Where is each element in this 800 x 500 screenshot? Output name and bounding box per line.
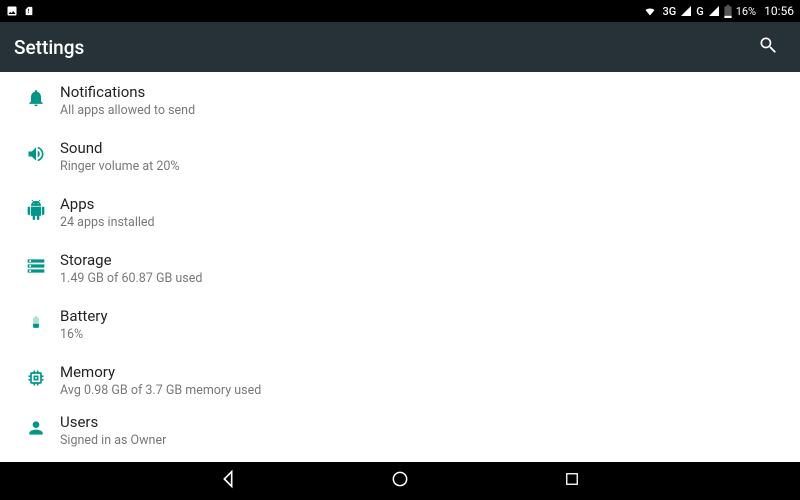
- image-icon: [6, 5, 18, 17]
- storage-icon: [26, 256, 46, 280]
- item-title: Apps: [60, 195, 155, 213]
- settings-item-apps[interactable]: Apps 24 apps installed: [0, 184, 800, 240]
- home-icon: [390, 469, 410, 493]
- page-title: Settings: [14, 36, 84, 59]
- item-subtitle: 24 apps installed: [60, 215, 155, 230]
- item-title: Battery: [60, 307, 108, 325]
- item-title: Notifications: [60, 83, 195, 101]
- item-title: Sound: [60, 139, 180, 157]
- wifi-icon: [642, 5, 658, 17]
- settings-item-users[interactable]: Users Signed in as Owner: [0, 408, 800, 452]
- android-icon: [26, 200, 46, 224]
- search-button[interactable]: [750, 29, 786, 65]
- item-title: Memory: [60, 363, 261, 381]
- settings-item-memory[interactable]: Memory Avg 0.98 GB of 3.7 GB memory used: [0, 352, 800, 408]
- settings-item-notifications[interactable]: Notifications All apps allowed to send: [0, 72, 800, 128]
- clock: 10:56: [764, 4, 794, 18]
- recents-button[interactable]: [556, 465, 588, 497]
- network-type-2: G: [696, 5, 704, 18]
- navigation-bar: [0, 462, 800, 500]
- settings-item-sound[interactable]: Sound Ringer volume at 20%: [0, 128, 800, 184]
- battery-status-icon: [724, 5, 732, 18]
- status-bar: 3G G 16% 10:56: [0, 0, 800, 22]
- app-bar: Settings: [0, 22, 800, 72]
- home-button[interactable]: [384, 465, 416, 497]
- back-icon: [217, 468, 239, 494]
- item-title: Users: [60, 413, 166, 431]
- battery-percent: 16%: [736, 5, 756, 18]
- back-button[interactable]: [212, 465, 244, 497]
- item-subtitle: 16%: [60, 327, 108, 342]
- battery-icon: [29, 312, 43, 336]
- item-subtitle: All apps allowed to send: [60, 103, 195, 118]
- volume-icon: [26, 144, 46, 168]
- item-subtitle: Ringer volume at 20%: [60, 159, 180, 174]
- person-icon: [26, 418, 46, 442]
- item-subtitle: Signed in as Owner: [60, 433, 166, 448]
- settings-item-battery[interactable]: Battery 16%: [0, 296, 800, 352]
- item-title: Storage: [60, 251, 202, 269]
- settings-list[interactable]: Notifications All apps allowed to send S…: [0, 72, 800, 462]
- signal-1-icon: [680, 5, 692, 17]
- search-icon: [758, 35, 778, 59]
- network-type-1: 3G: [662, 5, 676, 18]
- memory-icon: [26, 368, 46, 392]
- recents-icon: [563, 470, 581, 492]
- sd-card-warning-icon: [24, 5, 34, 17]
- bell-icon: [26, 88, 46, 112]
- item-subtitle: 1.49 GB of 60.87 GB used: [60, 271, 202, 286]
- item-subtitle: Avg 0.98 GB of 3.7 GB memory used: [60, 383, 261, 398]
- signal-2-icon: [708, 5, 720, 17]
- settings-item-storage[interactable]: Storage 1.49 GB of 60.87 GB used: [0, 240, 800, 296]
